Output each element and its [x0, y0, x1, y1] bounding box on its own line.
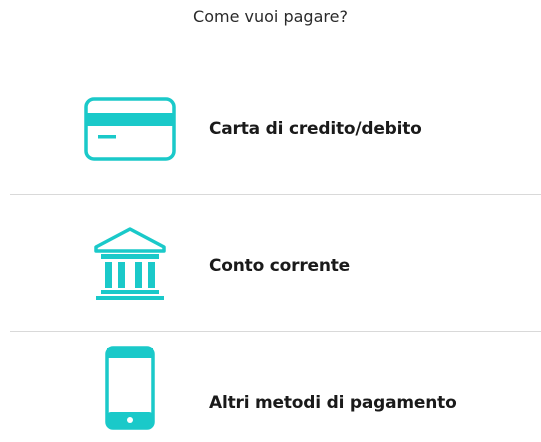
bank-icon	[80, 196, 180, 332]
payment-option-card[interactable]: Carta di credito/debito	[10, 64, 541, 194]
credit-card-icon	[80, 64, 180, 194]
payment-option-label: Conto corrente	[209, 256, 350, 276]
divider	[10, 194, 541, 195]
payment-option-label: Carta di credito/debito	[209, 119, 422, 139]
smartphone-icon	[80, 333, 180, 442]
page-title: Come vuoi pagare?	[193, 7, 348, 26]
payment-option-label: Altri metodi di pagamento	[209, 393, 457, 413]
divider	[10, 331, 541, 332]
payment-option-other[interactable]: Altri metodi di pagamento	[10, 333, 541, 442]
payment-option-bank[interactable]: Conto corrente	[10, 196, 541, 332]
payment-method-page: Come vuoi pagare? Carta di credito/debit…	[0, 0, 541, 442]
